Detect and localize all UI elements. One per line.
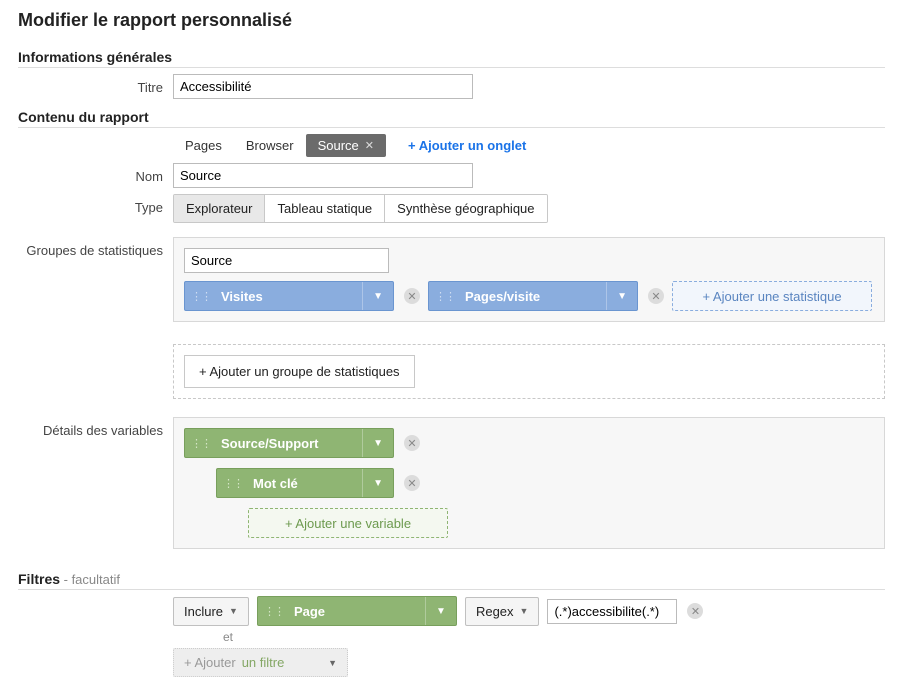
chevron-down-icon[interactable]: ▼ — [362, 469, 393, 497]
tab-source-label: Source — [318, 138, 359, 153]
filter-value-input[interactable] — [547, 599, 677, 624]
section-general: Informations générales — [18, 49, 885, 68]
dimension-source-support[interactable]: ⋮⋮ Source/Support ▼ — [184, 428, 394, 458]
drag-handle-icon[interactable]: ⋮⋮ — [217, 477, 249, 490]
add-filter-prefix: + Ajouter — [184, 655, 236, 670]
chevron-down-icon[interactable]: ▼ — [362, 429, 393, 457]
stat-groups-label: Groupes de statistiques — [18, 237, 173, 258]
chevron-down-icon: ▼ — [520, 606, 529, 616]
remove-filter-button[interactable]: ✕ — [687, 603, 703, 619]
type-geo[interactable]: Synthèse géographique — [385, 195, 546, 222]
filter-row: Inclure ▼ ⋮⋮ Page ▼ Regex ▼ ✕ — [173, 596, 885, 626]
tab-pages[interactable]: Pages — [173, 134, 234, 157]
remove-metric-pages-visit[interactable]: ✕ — [648, 288, 664, 304]
tab-source[interactable]: Source ✕ — [306, 134, 386, 157]
drag-handle-icon[interactable]: ⋮⋮ — [429, 290, 461, 303]
dim-keyword-label: Mot clé — [249, 476, 362, 491]
section-content: Contenu du rapport — [18, 109, 885, 128]
title-label: Titre — [18, 74, 173, 95]
close-icon[interactable]: ✕ — [365, 139, 374, 152]
add-group-panel: + Ajouter un groupe de statistiques — [173, 344, 885, 399]
tab-browser[interactable]: Browser — [234, 134, 306, 157]
dimension-keyword[interactable]: ⋮⋮ Mot clé ▼ — [216, 468, 394, 498]
filters-optional-text: - facultatif — [60, 572, 120, 587]
filters-heading-text: Filtres — [18, 571, 60, 587]
page-title: Modifier le rapport personnalisé — [18, 10, 885, 31]
and-label: et — [223, 630, 885, 644]
remove-dim-keyword[interactable]: ✕ — [404, 475, 420, 491]
section-filters: Filtres - facultatif — [18, 571, 885, 590]
add-variable-button[interactable]: + Ajouter une variable — [248, 508, 448, 538]
stat-group-panel: ⋮⋮ Visites ▼ ✕ ⋮⋮ Pages/visite ▼ ✕ + Ajo… — [173, 237, 885, 322]
metric-visits[interactable]: ⋮⋮ Visites ▼ — [184, 281, 394, 311]
add-group-button[interactable]: + Ajouter un groupe de statistiques — [184, 355, 415, 388]
regex-label: Regex — [476, 604, 514, 619]
add-filter-button[interactable]: + Ajouter un filtre ▼ — [173, 648, 348, 677]
type-toggle: Explorateur Tableau statique Synthèse gé… — [173, 194, 548, 223]
title-input[interactable] — [173, 74, 473, 99]
type-static-table[interactable]: Tableau statique — [265, 195, 385, 222]
metric-pages-visit-label: Pages/visite — [461, 289, 606, 304]
filter-dimension-page[interactable]: ⋮⋮ Page ▼ — [257, 596, 457, 626]
drag-handle-icon[interactable]: ⋮⋮ — [185, 437, 217, 450]
chevron-down-icon: ▼ — [229, 606, 238, 616]
chevron-down-icon[interactable]: ▼ — [362, 282, 393, 310]
chevron-down-icon[interactable]: ▼ — [606, 282, 637, 310]
add-tab-button[interactable]: + Ajouter un onglet — [396, 134, 538, 157]
chevron-down-icon[interactable]: ▼ — [425, 597, 456, 625]
dim-source-support-label: Source/Support — [217, 436, 362, 451]
tabs-bar: Pages Browser Source ✕ + Ajouter un ongl… — [173, 134, 885, 157]
name-input[interactable] — [173, 163, 473, 188]
var-details-label: Détails des variables — [18, 417, 173, 438]
add-filter-highlight: un filtre — [242, 655, 285, 670]
chevron-down-icon: ▼ — [328, 658, 337, 668]
group-name-input[interactable] — [184, 248, 389, 273]
match-type-dropdown[interactable]: Regex ▼ — [465, 597, 540, 626]
metric-visits-label: Visites — [217, 289, 362, 304]
include-label: Inclure — [184, 604, 223, 619]
type-explorer[interactable]: Explorateur — [174, 195, 265, 222]
name-label: Nom — [18, 163, 173, 184]
filter-dim-page-label: Page — [290, 604, 425, 619]
include-dropdown[interactable]: Inclure ▼ — [173, 597, 249, 626]
drag-handle-icon[interactable]: ⋮⋮ — [185, 290, 217, 303]
type-label: Type — [18, 194, 173, 215]
add-metric-button[interactable]: + Ajouter une statistique — [672, 281, 872, 311]
remove-dim-source-support[interactable]: ✕ — [404, 435, 420, 451]
drag-handle-icon[interactable]: ⋮⋮ — [258, 605, 290, 618]
variable-panel: ⋮⋮ Source/Support ▼ ✕ ⋮⋮ Mot clé ▼ ✕ + A… — [173, 417, 885, 549]
metric-pages-per-visit[interactable]: ⋮⋮ Pages/visite ▼ — [428, 281, 638, 311]
remove-metric-visits[interactable]: ✕ — [404, 288, 420, 304]
